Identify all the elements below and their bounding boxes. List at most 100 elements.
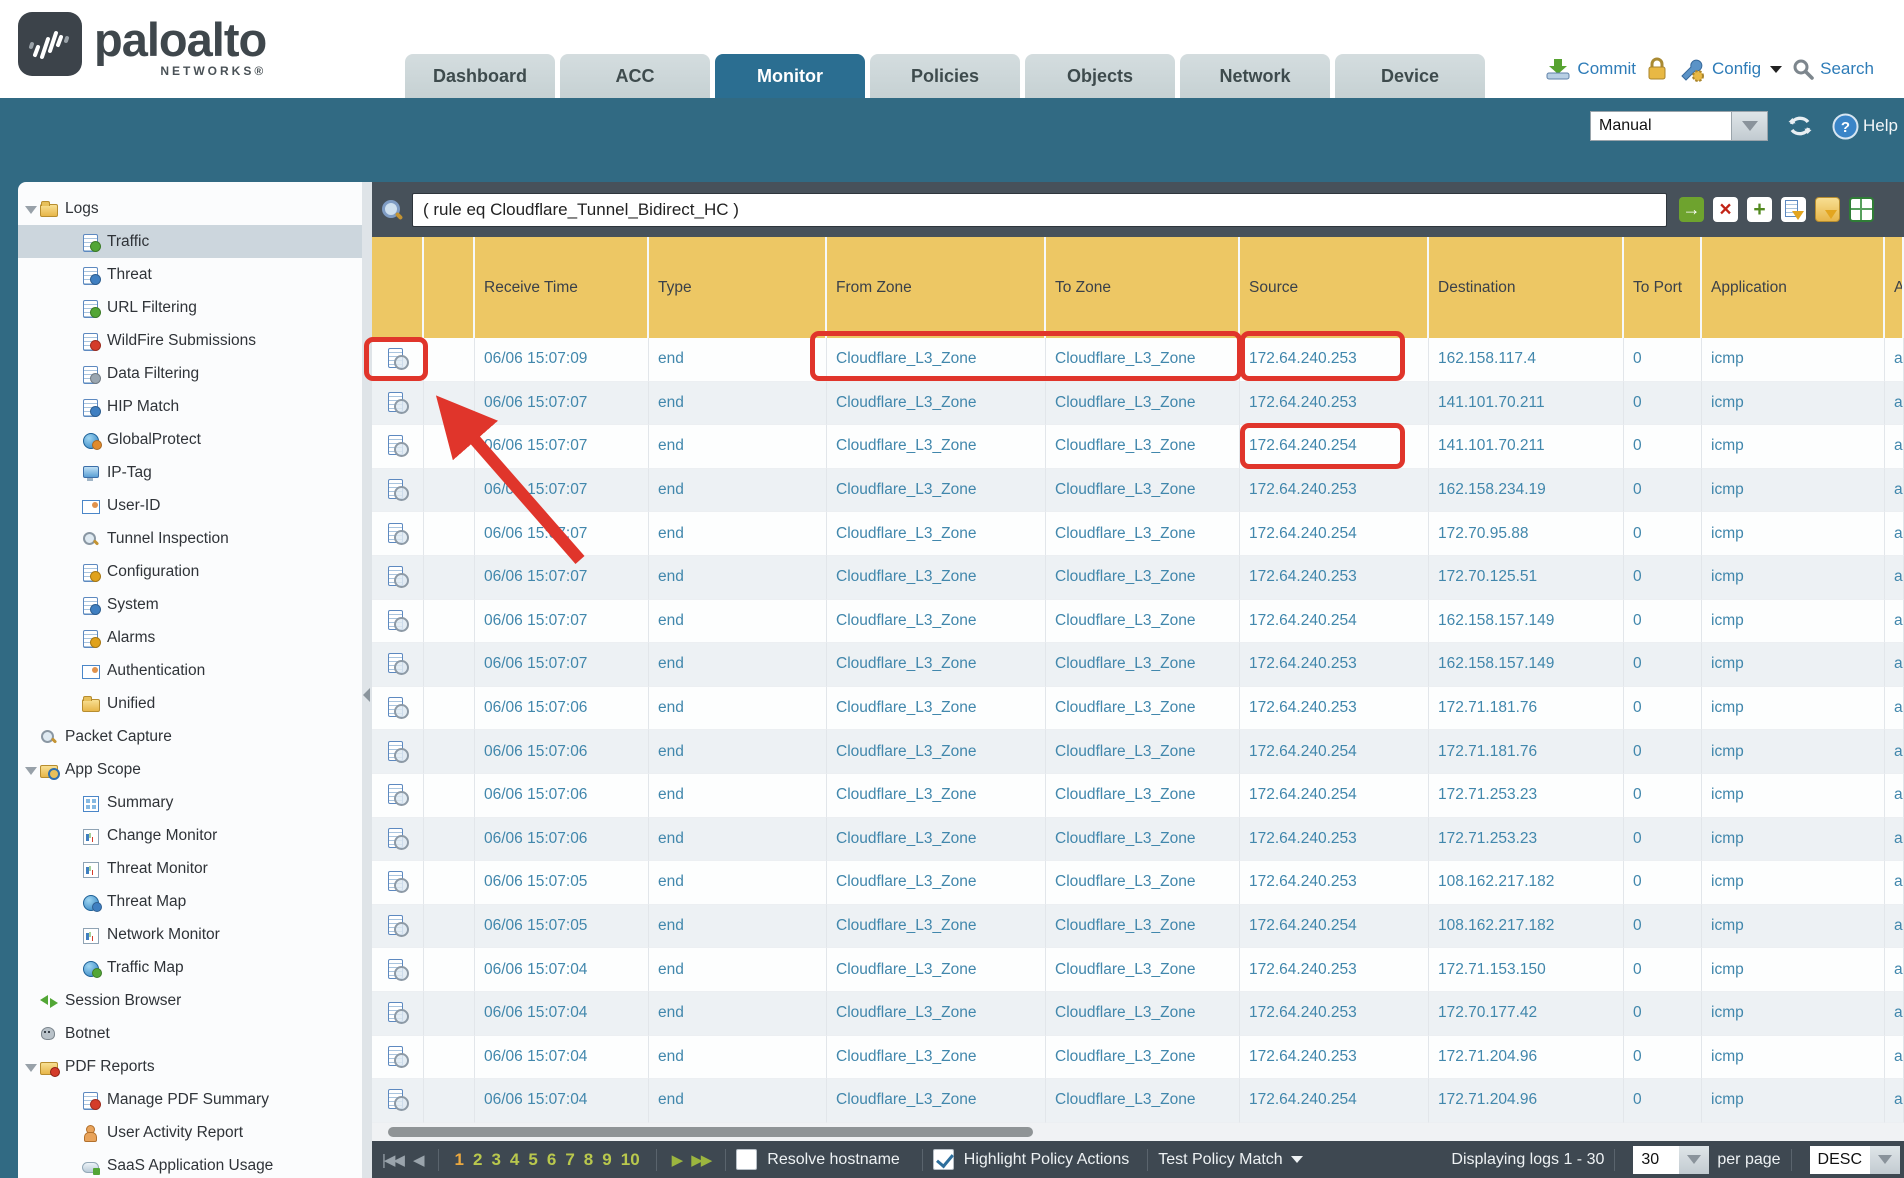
resolve-hostname-checkbox[interactable]: [736, 1149, 757, 1170]
table-row[interactable]: 06/06 15:07:04endCloudflare_L3_ZoneCloud…: [372, 992, 1904, 1036]
column-header-source[interactable]: Source: [1240, 237, 1429, 338]
table-row[interactable]: 06/06 15:07:06endCloudflare_L3_ZoneCloud…: [372, 818, 1904, 862]
table-row[interactable]: 06/06 15:07:07endCloudflare_L3_ZoneCloud…: [372, 556, 1904, 600]
highlight-policy-actions-checkbox[interactable]: [933, 1149, 954, 1170]
sidebar-item-threat[interactable]: Threat: [18, 258, 362, 291]
table-row[interactable]: 06/06 15:07:07endCloudflare_L3_ZoneCloud…: [372, 643, 1904, 687]
next-page-button[interactable]: ▶: [672, 1151, 682, 1169]
column-header-receive-time[interactable]: Receive Time: [475, 237, 649, 338]
sidebar-item-threat-map[interactable]: Threat Map: [18, 885, 362, 918]
prev-page-button[interactable]: ◀: [413, 1151, 423, 1169]
sidebar-item-change-monitor[interactable]: Change Monitor: [18, 819, 362, 852]
sidebar-item-network-monitor[interactable]: Network Monitor: [18, 918, 362, 951]
page-number-1[interactable]: 1: [455, 1150, 464, 1170]
sidebar-resize-gutter[interactable]: [362, 182, 372, 1178]
page-number-5[interactable]: 5: [528, 1150, 537, 1170]
sidebar-item-pdf-reports[interactable]: PDF Reports: [18, 1050, 362, 1083]
log-detail-icon[interactable]: [387, 828, 409, 850]
sidebar-item-url-filtering[interactable]: URL Filtering: [18, 291, 362, 324]
table-row[interactable]: 06/06 15:07:07endCloudflare_L3_ZoneCloud…: [372, 425, 1904, 469]
tab-dashboard[interactable]: Dashboard: [405, 54, 555, 98]
horizontal-scrollbar[interactable]: [372, 1123, 1904, 1141]
log-detail-icon[interactable]: [387, 959, 409, 981]
tab-monitor[interactable]: Monitor: [715, 54, 865, 98]
sidebar-item-tunnel-inspection[interactable]: Tunnel Inspection: [18, 522, 362, 555]
sidebar-item-traffic[interactable]: Traffic: [18, 225, 362, 258]
sidebar-item-configuration[interactable]: Configuration: [18, 555, 362, 588]
test-policy-match-button[interactable]: Test Policy Match: [1158, 1151, 1282, 1169]
log-detail-icon[interactable]: [387, 697, 409, 719]
table-row[interactable]: 06/06 15:07:05endCloudflare_L3_ZoneCloud…: [372, 861, 1904, 905]
load-filter-button[interactable]: [1815, 197, 1840, 222]
tab-policies[interactable]: Policies: [870, 54, 1020, 98]
sidebar-item-logs[interactable]: Logs: [18, 192, 362, 225]
log-detail-icon[interactable]: [387, 653, 409, 675]
column-header-application[interactable]: Application: [1702, 237, 1885, 338]
table-row[interactable]: 06/06 15:07:06endCloudflare_L3_ZoneCloud…: [372, 730, 1904, 774]
page-number-8[interactable]: 8: [584, 1150, 593, 1170]
page-number-9[interactable]: 9: [602, 1150, 611, 1170]
log-detail-icon[interactable]: [387, 435, 409, 457]
table-row[interactable]: 06/06 15:07:07endCloudflare_L3_ZoneCloud…: [372, 382, 1904, 426]
log-detail-icon[interactable]: [387, 741, 409, 763]
log-detail-icon[interactable]: [387, 1089, 409, 1111]
table-row[interactable]: 06/06 15:07:07endCloudflare_L3_ZoneCloud…: [372, 512, 1904, 556]
sidebar-item-unified[interactable]: Unified: [18, 687, 362, 720]
log-detail-icon[interactable]: [387, 479, 409, 501]
commit-button[interactable]: Commit: [1545, 57, 1636, 81]
sidebar-item-manage-pdf-summary[interactable]: Manage PDF Summary: [18, 1083, 362, 1116]
refresh-mode-dropdown-button[interactable]: [1732, 111, 1768, 141]
sidebar-item-botnet[interactable]: Botnet: [18, 1017, 362, 1050]
sidebar-item-alarms[interactable]: Alarms: [18, 621, 362, 654]
apply-filter-button[interactable]: →: [1679, 197, 1704, 222]
sidebar-item-wildfire-submissions[interactable]: WildFire Submissions: [18, 324, 362, 357]
page-number-2[interactable]: 2: [473, 1150, 482, 1170]
search-button[interactable]: Search: [1792, 58, 1874, 80]
log-detail-icon[interactable]: [387, 784, 409, 806]
sidebar-item-user-activity-report[interactable]: User Activity Report: [18, 1116, 362, 1149]
table-row[interactable]: 06/06 15:07:09endCloudflare_L3_ZoneCloud…: [372, 338, 1904, 382]
sidebar-item-authentication[interactable]: Authentication: [18, 654, 362, 687]
sidebar-item-ip-tag[interactable]: IP-Tag: [18, 456, 362, 489]
sidebar-item-saas-application-usage[interactable]: SaaS Application Usage: [18, 1149, 362, 1178]
table-row[interactable]: 06/06 15:07:07endCloudflare_L3_ZoneCloud…: [372, 600, 1904, 644]
sidebar-item-hip-match[interactable]: HIP Match: [18, 390, 362, 423]
sidebar-item-data-filtering[interactable]: Data Filtering: [18, 357, 362, 390]
add-filter-button[interactable]: +: [1747, 197, 1772, 222]
log-detail-icon[interactable]: [387, 566, 409, 588]
tab-device[interactable]: Device: [1335, 54, 1485, 98]
log-filter-input[interactable]: [412, 193, 1667, 227]
page-number-4[interactable]: 4: [510, 1150, 519, 1170]
sidebar-item-summary[interactable]: Summary: [18, 786, 362, 819]
sidebar-item-traffic-map[interactable]: Traffic Map: [18, 951, 362, 984]
per-page-select[interactable]: 30: [1633, 1146, 1679, 1174]
log-detail-icon[interactable]: [387, 1002, 409, 1024]
sidebar-item-session-browser[interactable]: Session Browser: [18, 984, 362, 1017]
column-header-from-zone[interactable]: From Zone: [827, 237, 1046, 338]
table-row[interactable]: 06/06 15:07:04endCloudflare_L3_ZoneCloud…: [372, 948, 1904, 992]
page-number-7[interactable]: 7: [565, 1150, 574, 1170]
column-header-type[interactable]: Type: [649, 237, 827, 338]
per-page-dropdown-button[interactable]: [1679, 1146, 1709, 1174]
tab-network[interactable]: Network: [1180, 54, 1330, 98]
column-header-a[interactable]: A: [1885, 237, 1904, 338]
column-header-destination[interactable]: Destination: [1429, 237, 1624, 338]
save-filter-button[interactable]: [1781, 197, 1806, 222]
table-row[interactable]: 06/06 15:07:06endCloudflare_L3_ZoneCloud…: [372, 687, 1904, 731]
table-row[interactable]: 06/06 15:07:06endCloudflare_L3_ZoneCloud…: [372, 774, 1904, 818]
tab-acc[interactable]: ACC: [560, 54, 710, 98]
config-button[interactable]: Config: [1678, 56, 1782, 82]
table-row[interactable]: 06/06 15:07:07endCloudflare_L3_ZoneCloud…: [372, 469, 1904, 513]
refresh-icon[interactable]: [1786, 113, 1814, 139]
log-detail-icon[interactable]: [387, 610, 409, 632]
table-row[interactable]: 06/06 15:07:05endCloudflare_L3_ZoneCloud…: [372, 905, 1904, 949]
tab-objects[interactable]: Objects: [1025, 54, 1175, 98]
log-detail-icon[interactable]: [387, 348, 409, 370]
sidebar-collapse-icon[interactable]: [363, 688, 370, 702]
tree-expand-icon[interactable]: [25, 1063, 37, 1071]
log-detail-icon[interactable]: [387, 392, 409, 414]
export-logs-button[interactable]: [1849, 197, 1874, 222]
clear-filter-button[interactable]: ×: [1713, 197, 1738, 222]
column-header-to-port[interactable]: To Port: [1624, 237, 1702, 338]
page-number-10[interactable]: 10: [621, 1150, 640, 1170]
